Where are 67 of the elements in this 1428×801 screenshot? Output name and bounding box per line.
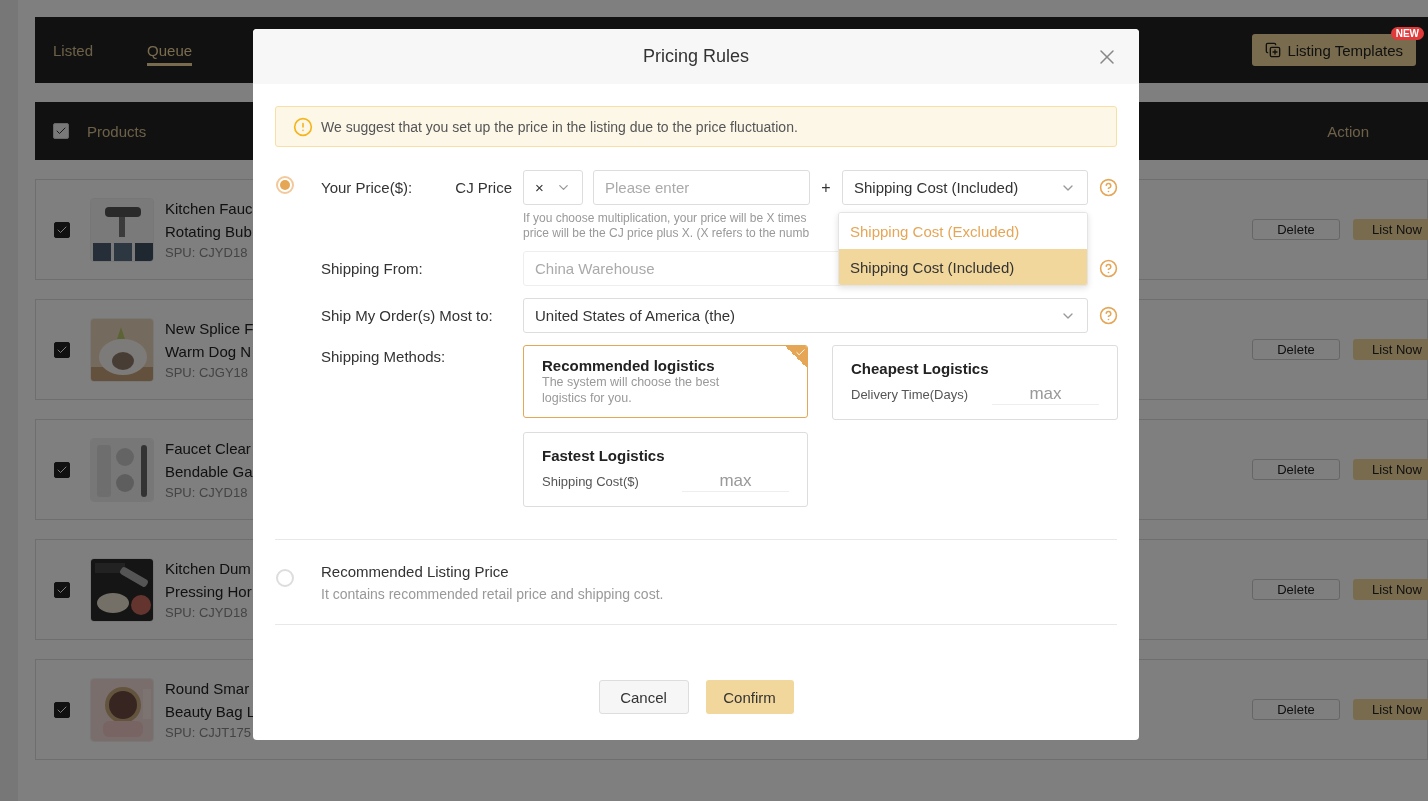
list-now-button[interactable]: List Now (1353, 579, 1428, 600)
product-title: Warm Dog N (165, 342, 253, 362)
product-title: Rotating Bub (165, 222, 253, 242)
warning-icon (293, 116, 313, 137)
field-label: Ship My Order(s) Most to: (321, 307, 493, 324)
field-label: Shipping From: (321, 260, 423, 277)
product-spu: SPU: CJGY18 (165, 365, 250, 380)
field-label: Shipping Cost($) (542, 473, 639, 489)
hint-text: price will be the CJ price plus X. (X refers to the numb (523, 226, 811, 241)
delete-button[interactable]: Delete (1252, 219, 1340, 240)
new-badge: NEW (1390, 27, 1424, 40)
field-label: Your Price($): (321, 179, 413, 196)
column-header: Action (1327, 122, 1369, 140)
checkbox[interactable] (54, 461, 70, 478)
radio-button[interactable] (276, 176, 294, 194)
checkbox[interactable] (54, 221, 70, 238)
confirm-button[interactable]: Confirm (705, 680, 794, 714)
list-now-button[interactable]: List Now (1353, 699, 1428, 720)
hint-text: If you choose multiplication, your price will be X times (523, 211, 808, 226)
radio-button[interactable] (276, 569, 294, 587)
product-spu: SPU: CJYD18 (165, 245, 249, 260)
product-spu: SPU: CJJT175 (165, 725, 252, 740)
shipping-cost-select[interactable]: Shipping Cost (Included) (842, 170, 1088, 205)
field-label: Delivery Time(Days) (851, 386, 968, 402)
cancel-button[interactable]: Cancel (598, 680, 689, 714)
ship-to-select[interactable]: United States of America (the) (523, 298, 1088, 333)
product-title: Round Smar (165, 679, 251, 699)
product-title: Pressing Hor (165, 582, 253, 602)
delete-button[interactable]: Delete (1252, 459, 1340, 480)
list-now-button[interactable]: List Now (1353, 459, 1428, 480)
price-input[interactable]: Please enter (593, 170, 810, 205)
product-spu: SPU: CJYD18 (165, 485, 249, 500)
checkbox[interactable] (54, 581, 70, 598)
checkbox[interactable] (54, 341, 70, 358)
product-spu: SPU: CJYD18 (165, 605, 249, 620)
logistics-card[interactable]: Cheapest Logistics Delivery Time(Days) max (832, 345, 1118, 420)
product-title: Kitchen Fauc (165, 199, 254, 219)
option-title: Recommended Listing Price (321, 563, 510, 580)
product-title: Kitchen Dum (165, 559, 252, 579)
check-icon (55, 125, 67, 137)
list-now-button[interactable]: List Now (1353, 339, 1428, 360)
logistics-card[interactable]: Fastest Logistics Shipping Cost($) max (523, 432, 808, 507)
tab[interactable]: Listed (53, 17, 94, 83)
dialog-title: Pricing Rules (642, 46, 749, 67)
operator-select[interactable]: × (523, 170, 583, 205)
product-title: Faucet Clear (165, 439, 252, 459)
field-label: Shipping Methods: (321, 348, 446, 365)
delete-button[interactable]: Delete (1252, 699, 1340, 720)
card-description: The system will choose the best logistics for you. (542, 374, 721, 406)
card-title: Cheapest Logistics (851, 360, 990, 377)
logistics-card[interactable]: Recommended logistics The system will choose the best logistics for you. (523, 345, 808, 418)
plus-sign: + (820, 178, 832, 197)
product-title: New Splice F (165, 319, 255, 339)
tab[interactable]: Queue (147, 17, 193, 83)
dropdown-option[interactable]: Shipping Cost (Included) (839, 249, 1087, 285)
column-header: Products (87, 122, 147, 140)
field-label: CJ Price (455, 179, 512, 196)
checkbox[interactable] (54, 701, 70, 718)
card-title: Fastest Logistics (542, 447, 666, 464)
delete-button[interactable]: Delete (1252, 579, 1340, 600)
option-description: It contains recommended retail price and shipping cost. (321, 586, 665, 602)
list-now-button[interactable]: List Now (1353, 219, 1428, 240)
card-title: Recommended logistics (542, 357, 716, 374)
delete-button[interactable]: Delete (1252, 339, 1340, 360)
notice-text: We suggest that you set up the price in the listing due to the price fluctuation. (321, 118, 798, 135)
product-title: Bendable Ga (165, 462, 254, 482)
stacked-pages-icon (1265, 42, 1282, 58)
